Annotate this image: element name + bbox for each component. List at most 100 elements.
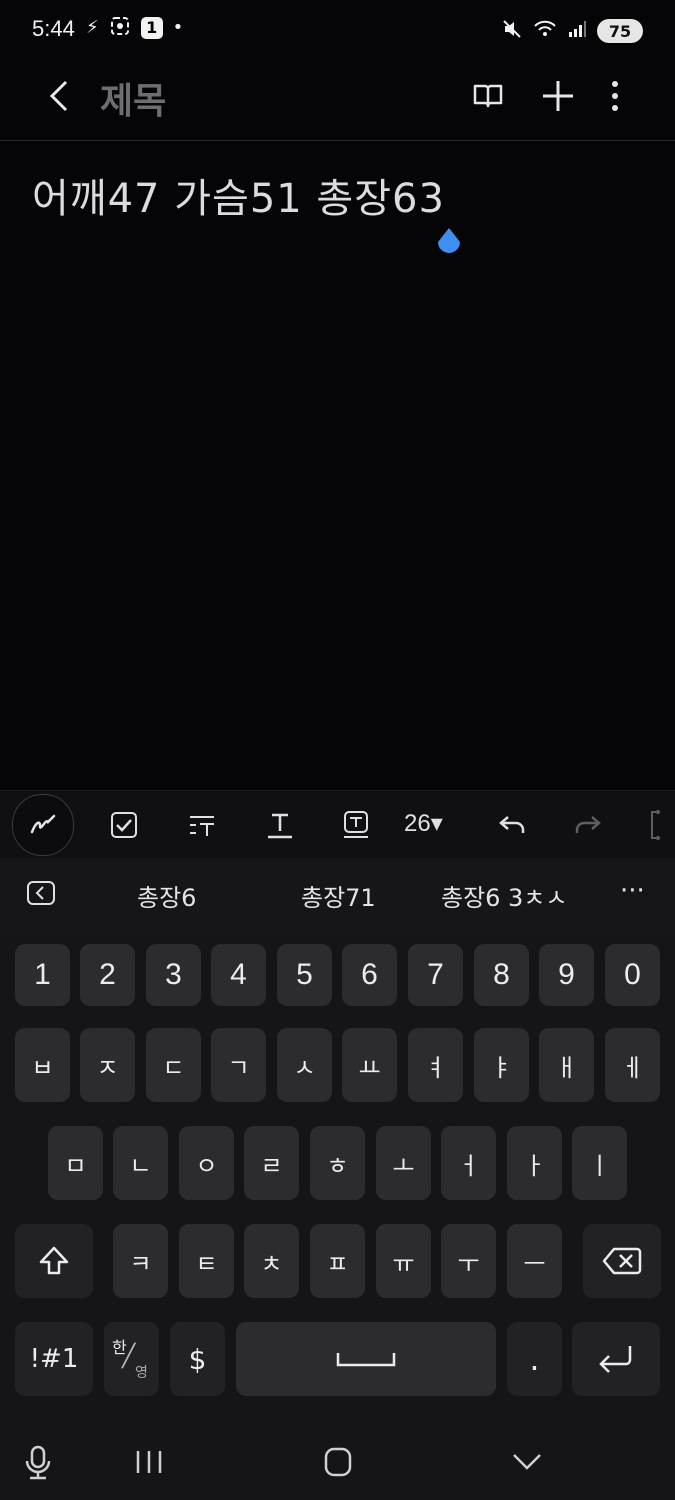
home-icon xyxy=(324,1447,352,1477)
enter-key[interactable] xyxy=(572,1322,660,1396)
key-7[interactable]: 7 xyxy=(408,944,463,1006)
enter-return-icon xyxy=(599,1346,632,1373)
status-right-icons: 75 xyxy=(501,18,643,44)
key-8[interactable]: 8 xyxy=(474,944,529,1006)
suggestion-bar: 총장6 총장71 총장6 3ㅊㅅ ··· xyxy=(0,858,675,930)
language-switch-key[interactable]: 한 ╱ 영 xyxy=(104,1322,159,1396)
voice-input-button[interactable] xyxy=(22,1443,54,1483)
key-digeut[interactable]: ㄷ xyxy=(146,1028,201,1102)
key-u[interactable]: ㅜ xyxy=(441,1224,496,1298)
suggestion-item[interactable]: 총장6 xyxy=(137,878,196,913)
cursor-handle-icon[interactable] xyxy=(436,228,462,258)
key-pieup[interactable]: ㅍ xyxy=(310,1224,365,1298)
recent-apps-button[interactable] xyxy=(132,1447,166,1477)
key-jieut[interactable]: ㅈ xyxy=(80,1028,135,1102)
more-vertical-icon xyxy=(612,81,618,111)
format-toolbar: 26▾ xyxy=(0,790,675,859)
key-nieun[interactable]: ㄴ xyxy=(113,1126,168,1200)
suggestion-item[interactable]: 총장71 xyxy=(301,878,376,913)
key-ya[interactable]: ㅑ xyxy=(474,1028,529,1102)
key-kieuk[interactable]: ㅋ xyxy=(113,1224,168,1298)
wifi-icon xyxy=(533,19,557,43)
key-0[interactable]: 0 xyxy=(605,944,660,1006)
key-tieut[interactable]: ㅌ xyxy=(179,1224,234,1298)
home-button[interactable] xyxy=(322,1445,354,1479)
key-yo[interactable]: ㅛ xyxy=(342,1028,397,1102)
chevron-left-box-icon xyxy=(27,881,55,905)
recents-icon xyxy=(136,1451,162,1473)
key-ae[interactable]: ㅐ xyxy=(539,1028,594,1102)
key-siot[interactable]: ㅅ xyxy=(277,1028,332,1102)
shift-key[interactable] xyxy=(15,1224,93,1298)
mute-icon xyxy=(501,18,523,44)
checkbox-button[interactable] xyxy=(104,805,144,845)
reading-mode-button[interactable] xyxy=(468,76,508,116)
collapse-toolbar-button[interactable] xyxy=(26,880,56,906)
dollar-key[interactable]: $ xyxy=(170,1322,225,1396)
pen-icon xyxy=(30,814,56,834)
key-3[interactable]: 3 xyxy=(146,944,201,1006)
chevron-left-icon xyxy=(49,80,68,112)
keyboard: 1 2 3 4 5 6 7 8 9 0 ㅂ ㅈ ㄷ ㄱ ㅅ ㅛ ㅕ ㅑ ㅐ ㅔ … xyxy=(0,930,675,1500)
key-giyeok[interactable]: ㄱ xyxy=(211,1028,266,1102)
key-5[interactable]: 5 xyxy=(277,944,332,1006)
space-bar-icon xyxy=(336,1353,396,1367)
add-button[interactable] xyxy=(536,74,580,118)
key-bieup[interactable]: ㅂ xyxy=(15,1028,70,1102)
font-size-dropdown[interactable]: 26▾ xyxy=(404,809,443,838)
notification-dot-icon: • xyxy=(172,17,184,38)
back-button[interactable] xyxy=(40,76,80,116)
key-hieut[interactable]: ㅎ xyxy=(310,1126,365,1200)
battery-level: 75 xyxy=(608,21,632,41)
status-bar: 5:44 ⚡ 1 • 75 xyxy=(0,0,675,62)
app-bar-divider xyxy=(0,140,675,141)
key-chieut[interactable]: ㅊ xyxy=(244,1224,299,1298)
lang-slash-icon: ╱ xyxy=(122,1344,136,1369)
text-format-button[interactable] xyxy=(260,805,300,845)
key-yeo[interactable]: ㅕ xyxy=(408,1028,463,1102)
key-a[interactable]: ㅏ xyxy=(507,1126,562,1200)
key-eo[interactable]: ㅓ xyxy=(441,1126,496,1200)
more-options-button[interactable] xyxy=(598,76,632,116)
key-mieum[interactable]: ㅁ xyxy=(48,1126,103,1200)
toolbar-scroll-more-icon[interactable] xyxy=(640,805,670,845)
key-2[interactable]: 2 xyxy=(80,944,135,1006)
backspace-key[interactable] xyxy=(583,1224,661,1298)
undo-button[interactable] xyxy=(492,805,532,845)
note-title[interactable]: 제목 xyxy=(100,72,166,124)
text-style-icon xyxy=(190,816,214,836)
pen-mode-button[interactable] xyxy=(12,794,74,856)
redo-icon xyxy=(575,816,601,833)
redo-button[interactable] xyxy=(568,805,608,845)
navigation-bar xyxy=(0,1425,675,1500)
key-e[interactable]: ㅔ xyxy=(605,1028,660,1102)
key-i[interactable]: ㅣ xyxy=(572,1126,627,1200)
notification-count-badge: 1 xyxy=(140,17,163,39)
book-icon xyxy=(473,84,503,108)
charging-bolt-icon: ⚡ xyxy=(86,17,99,38)
hide-keyboard-button[interactable] xyxy=(510,1449,544,1473)
checkbox-icon xyxy=(111,812,137,838)
key-6[interactable]: 6 xyxy=(342,944,397,1006)
signal-icon xyxy=(567,19,587,43)
key-4[interactable]: 4 xyxy=(211,944,266,1006)
key-9[interactable]: 9 xyxy=(539,944,594,1006)
status-time: 5:44 xyxy=(32,16,75,41)
note-body-text[interactable]: 어깨47 가슴51 총장63 xyxy=(32,166,445,224)
key-eu[interactable]: ㅡ xyxy=(507,1224,562,1298)
space-key[interactable] xyxy=(236,1322,496,1396)
key-yu[interactable]: ㅠ xyxy=(376,1224,431,1298)
key-ieung[interactable]: ㅇ xyxy=(179,1126,234,1200)
text-box-icon xyxy=(344,811,368,838)
chevron-down-icon xyxy=(513,1454,541,1470)
battery-icon: 75 xyxy=(597,19,643,43)
key-1[interactable]: 1 xyxy=(15,944,70,1006)
key-o[interactable]: ㅗ xyxy=(376,1126,431,1200)
paragraph-style-button[interactable] xyxy=(182,805,222,845)
suggestion-more-button[interactable]: ··· xyxy=(620,876,645,906)
period-key[interactable]: . xyxy=(507,1322,562,1396)
symbols-key[interactable]: !#1 xyxy=(15,1322,93,1396)
suggestion-item[interactable]: 총장6 3ㅊㅅ xyxy=(441,878,568,913)
text-box-button[interactable] xyxy=(336,805,376,845)
key-rieul[interactable]: ㄹ xyxy=(244,1126,299,1200)
